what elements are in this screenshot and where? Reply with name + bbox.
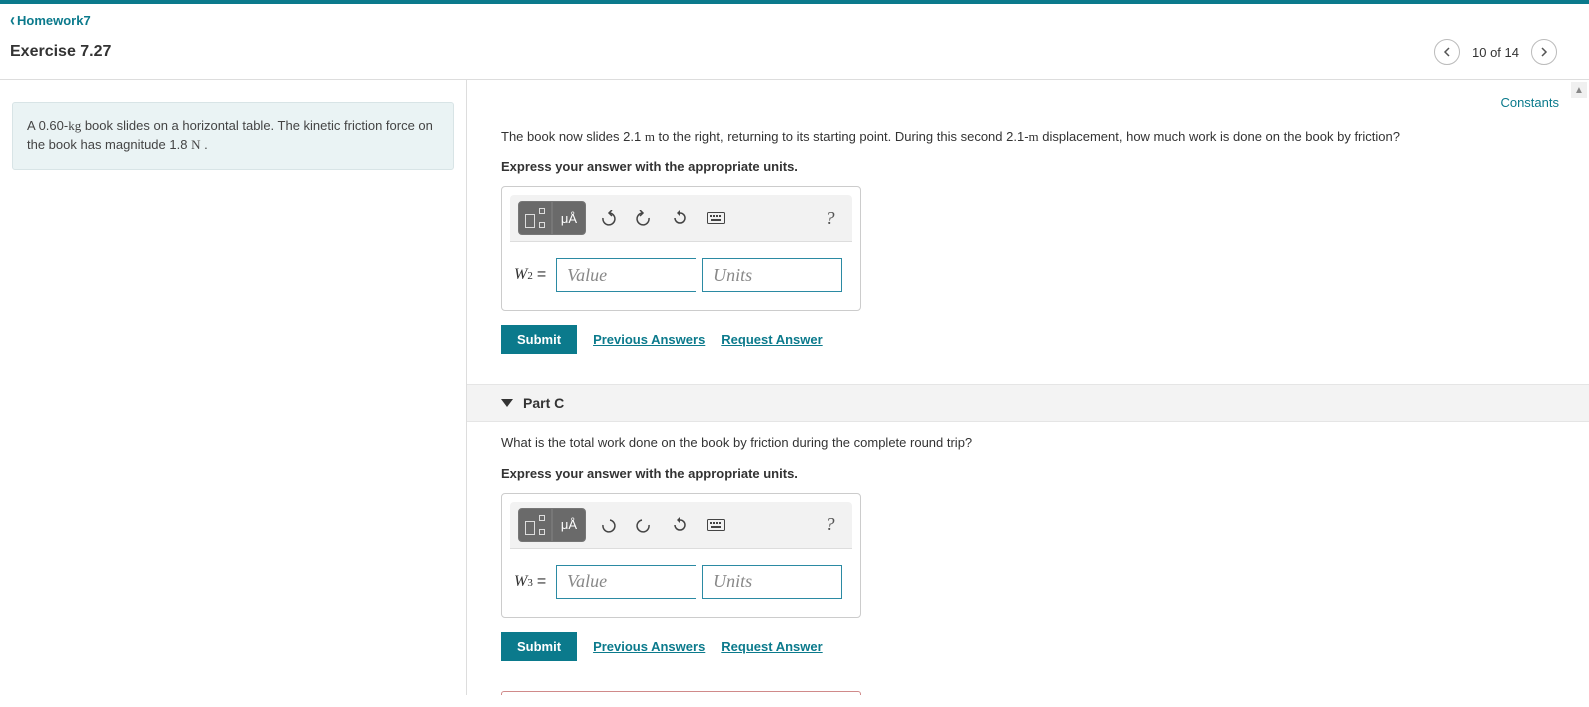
submit-button[interactable]: Submit — [501, 325, 577, 354]
partb-units-input[interactable] — [702, 258, 842, 292]
partc-toolbar: μÅ ? — [510, 502, 852, 549]
special-chars-button[interactable]: μÅ — [552, 201, 586, 235]
template-icon — [525, 208, 545, 228]
answer-pane[interactable]: Constants The book now slides 2.1 m to t… — [467, 80, 1589, 695]
problem-pane: A 0.60-kg book slides on a horizontal ta… — [0, 80, 467, 695]
feedback-box: ✖ Incorrect; Try Again; 5 attempts remai… — [501, 691, 861, 695]
reset-button[interactable] — [666, 201, 694, 235]
help-button[interactable]: ? — [816, 508, 844, 542]
partc-header[interactable]: Part C — [467, 384, 1589, 422]
partc-actions: Submit Previous Answers Request Answer — [501, 632, 1565, 661]
partb-answer-panel: μÅ ? W2= — [501, 186, 861, 311]
page-title: Exercise 7.27 — [8, 43, 111, 61]
partc-value-input[interactable] — [556, 565, 696, 599]
breadcrumb[interactable]: ‹Homework7 — [0, 4, 1589, 33]
pager: 10 of 14 — [1434, 39, 1577, 65]
partc-question: What is the total work done on the book … — [501, 434, 1565, 452]
partb-instruction: Express your answer with the appropriate… — [501, 158, 1565, 176]
pager-label: 10 of 14 — [1472, 45, 1519, 60]
help-button[interactable]: ? — [816, 201, 844, 235]
previous-answers-link[interactable]: Previous Answers — [593, 639, 705, 654]
partb-actions: Submit Previous Answers Request Answer — [501, 325, 1565, 354]
keyboard-button[interactable] — [702, 201, 730, 235]
partc-variable: W3= — [514, 573, 550, 591]
submit-button[interactable]: Submit — [501, 632, 577, 661]
partb-question: The book now slides 2.1 m to the right, … — [501, 128, 1565, 146]
prev-item-button[interactable] — [1434, 39, 1460, 65]
redo-button[interactable] — [630, 201, 658, 235]
partc-instruction: Express your answer with the appropriate… — [501, 465, 1565, 483]
scrollbar[interactable]: ▲ — [1571, 82, 1587, 693]
template-tool-button[interactable] — [518, 508, 552, 542]
request-answer-link[interactable]: Request Answer — [721, 639, 822, 654]
partb-value-input[interactable] — [556, 258, 696, 292]
undo-button[interactable] — [594, 508, 622, 542]
undo-button[interactable] — [594, 201, 622, 235]
chevron-left-icon: ‹ — [10, 10, 15, 30]
partb-toolbar: μÅ ? — [510, 195, 852, 242]
breadcrumb-label: Homework7 — [17, 13, 91, 28]
workspace: A 0.60-kg book slides on a horizontal ta… — [0, 80, 1589, 695]
special-chars-button[interactable]: μÅ — [552, 508, 586, 542]
exercise-header: Exercise 7.27 10 of 14 — [0, 33, 1589, 80]
next-item-button[interactable] — [1531, 39, 1557, 65]
previous-answers-link[interactable]: Previous Answers — [593, 332, 705, 347]
chevron-down-icon — [501, 399, 513, 407]
template-icon — [525, 515, 545, 535]
reset-button[interactable] — [666, 508, 694, 542]
scroll-up-icon[interactable]: ▲ — [1571, 82, 1587, 98]
problem-statement: A 0.60-kg book slides on a horizontal ta… — [12, 102, 454, 170]
constants-link[interactable]: Constants — [1500, 95, 1559, 110]
partb-variable: W2= — [514, 266, 550, 284]
partc-answer-panel: μÅ ? W3= — [501, 493, 861, 618]
partb-input-row: W2= — [502, 242, 860, 310]
partc-input-row: W3= — [502, 549, 860, 617]
template-tool-button[interactable] — [518, 201, 552, 235]
redo-button[interactable] — [630, 508, 658, 542]
keyboard-button[interactable] — [702, 508, 730, 542]
partc-units-input[interactable] — [702, 565, 842, 599]
request-answer-link[interactable]: Request Answer — [721, 332, 822, 347]
